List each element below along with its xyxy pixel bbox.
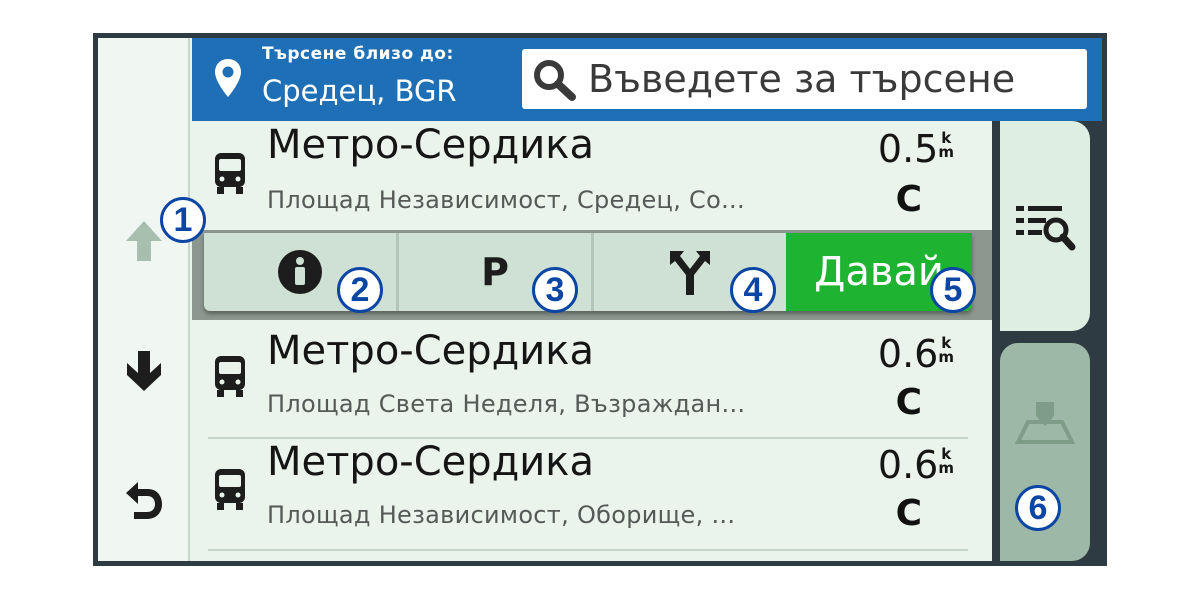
tab-list-search[interactable] xyxy=(1000,121,1090,331)
result-item[interactable]: Метро-Сердика Площад Независимост, Среде… xyxy=(192,121,992,231)
back-button[interactable] xyxy=(116,473,172,529)
search-input[interactable]: Въведете за търсене xyxy=(522,49,1087,109)
result-distance: 0.6 k m xyxy=(877,332,954,376)
result-item[interactable]: Метро-Сердика Площад Независимост, Обори… xyxy=(192,439,992,551)
result-actions: P Давай xyxy=(204,233,972,311)
scroll-down-button[interactable] xyxy=(116,343,172,399)
bus-icon xyxy=(215,153,245,194)
callout-1: 1 xyxy=(160,197,206,243)
left-nav-bar xyxy=(98,38,190,561)
result-distance: 0.6 k m xyxy=(877,443,954,487)
arrow-down-icon xyxy=(127,351,161,391)
results-list: Метро-Сердика Площад Независимост, Среде… xyxy=(192,121,992,561)
result-direction: С xyxy=(895,179,922,220)
search-placeholder: Въведете за търсене xyxy=(588,57,1016,101)
fork-route-icon xyxy=(670,251,710,295)
callout-3: 3 xyxy=(532,267,578,313)
callout-2: 2 xyxy=(337,267,383,313)
result-item[interactable]: Метро-Сердика Площад Света Неделя, Възра… xyxy=(192,326,992,436)
search-header: Търсене близо до: Средец, BGR Въведете з… xyxy=(192,38,1102,121)
list-search-icon xyxy=(1016,206,1076,251)
bus-icon xyxy=(215,469,245,510)
map-pin-icon xyxy=(1014,402,1076,444)
callout-4: 4 xyxy=(730,267,776,313)
result-name: Метро-Сердика xyxy=(267,328,594,374)
callout-6: 6 xyxy=(1015,485,1061,531)
arrow-up-icon xyxy=(126,221,162,261)
result-distance: 0.5 k m xyxy=(877,127,954,171)
search-icon xyxy=(534,60,576,101)
info-icon xyxy=(278,250,322,294)
result-address: Площад Света Неделя, Възраждан... xyxy=(267,390,746,418)
search-near-label: Търсене близо до: xyxy=(262,44,454,64)
result-direction: С xyxy=(895,493,922,534)
result-address: Площад Независимост, Оборище, ... xyxy=(267,501,736,529)
result-direction: С xyxy=(895,382,922,423)
result-address: Площад Независимост, Средец, Со... xyxy=(267,186,745,214)
parking-label: P xyxy=(481,250,509,294)
result-name: Метро-Сердика xyxy=(267,122,594,168)
location-pin-icon xyxy=(215,59,241,97)
back-icon xyxy=(126,482,162,519)
result-name: Метро-Сердика xyxy=(267,439,594,485)
row-divider xyxy=(208,549,968,551)
bus-icon xyxy=(215,356,245,397)
go-label: Давай xyxy=(814,249,944,295)
search-near-location[interactable]: Средец, BGR xyxy=(262,74,457,108)
result-action-bar: P Давай xyxy=(192,230,992,320)
callout-5: 5 xyxy=(930,267,976,313)
